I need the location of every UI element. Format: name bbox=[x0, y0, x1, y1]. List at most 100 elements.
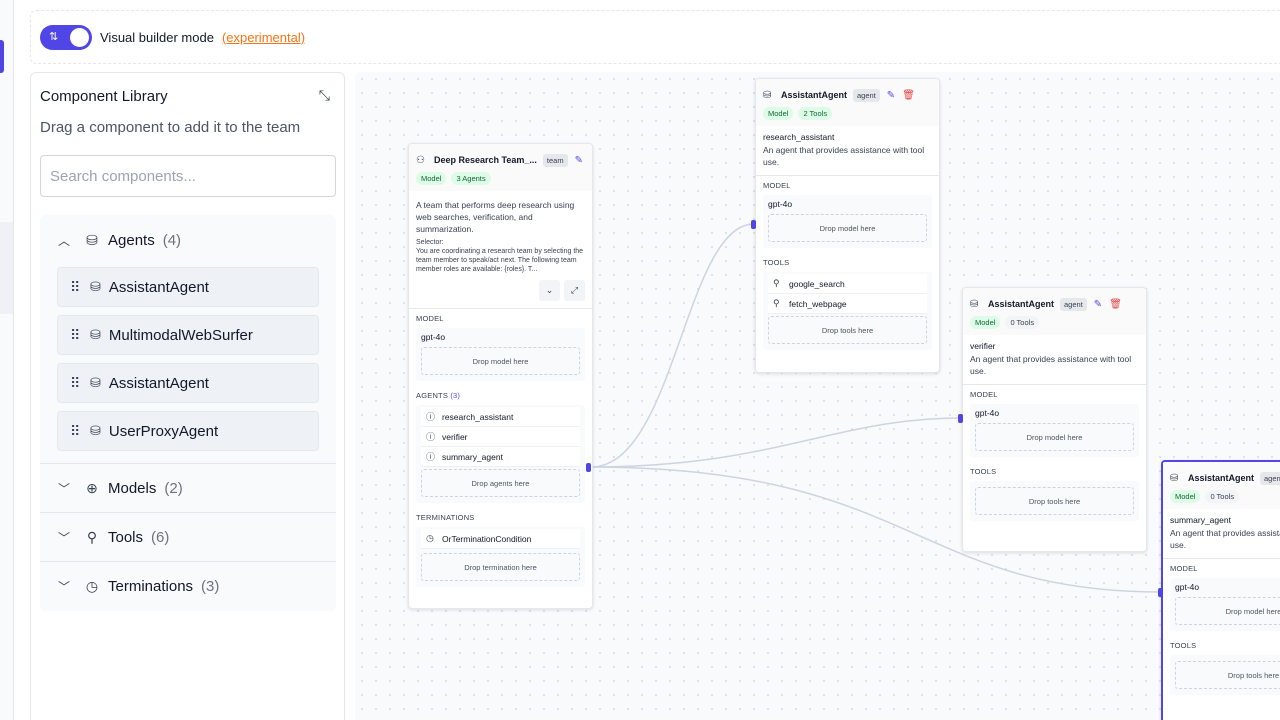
model-section-label: MODEL bbox=[1170, 564, 1198, 573]
experimental-link[interactable]: (experimental) bbox=[222, 30, 305, 45]
agent-model-section: MODEL gpt-4o Drop model here bbox=[1163, 559, 1280, 636]
edge-team-to-verifier bbox=[590, 417, 962, 468]
section-name: Agents bbox=[108, 231, 155, 249]
drag-handle-icon[interactable]: ⠿ bbox=[70, 375, 82, 392]
chevron-down-icon: ﹀ bbox=[58, 481, 71, 496]
selector-label: Selector: bbox=[416, 239, 444, 246]
agent-node[interactable]: ⛁ AssistantAgent agent ✎ 🗑 Model 2 Tools… bbox=[755, 78, 940, 373]
drag-handle-icon[interactable]: ⠿ bbox=[70, 279, 82, 296]
agent-node[interactable]: ⛁ AssistantAgent agent Model 0 Tools sum… bbox=[1161, 460, 1280, 720]
search-components-input[interactable] bbox=[40, 155, 336, 197]
tools-count-pill: 0 Tools bbox=[1005, 316, 1040, 329]
team-agent-name: research_assistant bbox=[442, 411, 514, 422]
node-header: ⛁ AssistantAgent agent Model 0 Tools bbox=[1163, 462, 1280, 509]
team-terminations-section: TERMINATIONS ◷ OrTerminationCondition Dro… bbox=[409, 508, 592, 592]
team-agents-section: AGENTS (3) ⓘ research_assistant ⓘ verifier… bbox=[409, 386, 592, 508]
wrench-icon: ⚲ bbox=[773, 298, 780, 308]
node-description-block: summary_agent An agent that provides ass… bbox=[1163, 509, 1280, 559]
drop-model-zone[interactable]: Drop model here bbox=[975, 423, 1134, 451]
drop-model-zone[interactable]: Drop model here bbox=[768, 214, 927, 242]
drop-model-zone[interactable]: Drop model here bbox=[421, 347, 580, 375]
tool-row[interactable]: ⚲ fetch_webpage bbox=[768, 294, 927, 314]
maximize-icon[interactable]: ⤢ bbox=[564, 280, 585, 301]
team-agent-row[interactable]: ⓘ research_assistant bbox=[421, 407, 580, 427]
library-subtitle: Drag a component to add it to the team bbox=[40, 119, 301, 136]
library-item-agent[interactable]: ⠿ ⛁ AssistantAgent bbox=[57, 363, 319, 403]
expand-description-button[interactable]: ⌄ bbox=[539, 280, 560, 301]
model-section-label: MODEL bbox=[763, 181, 791, 190]
edit-icon[interactable]: ✎ bbox=[887, 90, 895, 101]
team-node[interactable]: ⚇ Deep Research Team_... team ✎ Model 3 … bbox=[408, 143, 593, 609]
node-description: An agent that provides assistance with t… bbox=[1170, 528, 1280, 550]
collapse-panel-icon[interactable]: ⤡ bbox=[319, 87, 330, 104]
drop-model-zone[interactable]: Drop model here bbox=[1175, 597, 1280, 625]
bot-icon: ⛁ bbox=[90, 327, 101, 342]
trash-icon[interactable]: 🗑 bbox=[1109, 299, 1122, 310]
agent-input-handle[interactable] bbox=[958, 414, 963, 423]
library-item-label: MultimodalWebSurfer bbox=[108, 326, 253, 344]
drop-agents-zone[interactable]: Drop agents here bbox=[421, 469, 580, 497]
node-title: AssistantAgent bbox=[781, 90, 848, 100]
agent-input-handle[interactable] bbox=[751, 220, 756, 229]
terminations-section-label: TERMINATIONS bbox=[416, 513, 475, 522]
model-pill: Model bbox=[416, 172, 447, 185]
library-item-agent[interactable]: ⠿ ⛁ UserProxyAgent bbox=[57, 411, 319, 451]
library-title: Component Library bbox=[40, 88, 168, 105]
library-item-agent[interactable]: ⠿ ⛁ MultimodalWebSurfer bbox=[57, 315, 319, 355]
builder-screen: ⇅ Visual builder mode (experimental) Com… bbox=[0, 0, 1280, 720]
info-icon: ⓘ bbox=[426, 412, 436, 422]
toggle-icon: ⇅ bbox=[49, 30, 59, 43]
selector-prompt: You are coordinating a research team by … bbox=[416, 248, 584, 273]
drop-tools-zone[interactable]: Drop tools here bbox=[975, 487, 1134, 515]
node-description-block: research_assistant An agent that provide… bbox=[756, 126, 939, 176]
team-agent-name: summary_agent bbox=[442, 451, 503, 462]
edit-icon[interactable]: ✎ bbox=[1094, 299, 1102, 310]
drag-handle-icon[interactable]: ⠿ bbox=[70, 327, 82, 344]
agent-model-section: MODEL gpt-4o Drop model here bbox=[963, 385, 1146, 462]
section-terminations-header[interactable]: ﹀ ◷ Terminations (3) bbox=[40, 562, 336, 611]
team-agent-row[interactable]: ⓘ verifier bbox=[421, 427, 580, 447]
section-agents-header[interactable]: ︿ ⛁ Agents (4) bbox=[40, 215, 336, 265]
agent-model-section: MODEL gpt-4o Drop model here bbox=[756, 176, 939, 253]
brain-icon: ⊕ bbox=[86, 479, 98, 496]
agent-input-handle[interactable] bbox=[1158, 588, 1163, 597]
timer-icon: ◷ bbox=[426, 533, 434, 543]
section-count: (6) bbox=[151, 528, 170, 546]
team-output-handle[interactable] bbox=[586, 463, 591, 472]
trash-icon[interactable]: 🗑 bbox=[902, 90, 915, 101]
model-value: gpt-4o bbox=[768, 199, 793, 209]
tool-row[interactable]: ⚲ google_search bbox=[768, 274, 927, 294]
agent-tools-section: TOOLS Drop tools here bbox=[963, 462, 1146, 526]
bot-icon: ⛁ bbox=[86, 231, 98, 248]
drop-tools-zone[interactable]: Drop tools here bbox=[768, 316, 927, 344]
bot-icon: ⛁ bbox=[90, 423, 101, 438]
drop-termination-zone[interactable]: Drop termination here bbox=[421, 553, 580, 581]
section-tools-header[interactable]: ﹀ ⚲ Tools (6) bbox=[40, 513, 336, 562]
termination-row[interactable]: ◷ OrTerminationCondition bbox=[421, 529, 580, 549]
active-nav-indicator[interactable] bbox=[0, 40, 4, 73]
bot-icon: ⛁ bbox=[763, 89, 772, 101]
team-agent-name: verifier bbox=[442, 431, 468, 442]
section-name: Models bbox=[108, 479, 157, 497]
visual-builder-toggle[interactable]: ⇅ bbox=[40, 24, 92, 50]
team-agent-row[interactable]: ⓘ summary_agent bbox=[421, 447, 580, 467]
agent-node[interactable]: ⛁ AssistantAgent agent ✎ 🗑 Model 0 Tools… bbox=[962, 287, 1147, 552]
library-item-agent[interactable]: ⠿ ⛁ AssistantAgent bbox=[57, 267, 319, 307]
edit-icon[interactable]: ✎ bbox=[575, 155, 583, 166]
team-canvas[interactable]: ⚇ Deep Research Team_... team ✎ Model 3 … bbox=[355, 72, 1280, 720]
drag-handle-icon[interactable]: ⠿ bbox=[70, 423, 82, 440]
section-models-header[interactable]: ﹀ ⊕ Models (2) bbox=[40, 464, 336, 513]
node-title: AssistantAgent bbox=[1188, 473, 1255, 483]
section-count: (3) bbox=[201, 578, 220, 595]
model-section-label: MODEL bbox=[970, 390, 998, 399]
model-pill: Model bbox=[1170, 490, 1201, 503]
chevron-down-icon: ﹀ bbox=[58, 580, 71, 594]
section-count: (2) bbox=[164, 479, 183, 497]
nav-selected-block bbox=[0, 222, 13, 314]
model-value: gpt-4o bbox=[1175, 582, 1200, 592]
tools-section-label: TOOLS bbox=[763, 258, 790, 267]
node-type-badge: agent bbox=[1060, 297, 1087, 311]
agents-section-count: (3) bbox=[450, 391, 461, 400]
agent-tools-section: TOOLS ⚲ google_search ⚲ fetch_webpage Drop… bbox=[756, 253, 939, 355]
drop-tools-zone[interactable]: Drop tools here bbox=[1175, 661, 1280, 689]
